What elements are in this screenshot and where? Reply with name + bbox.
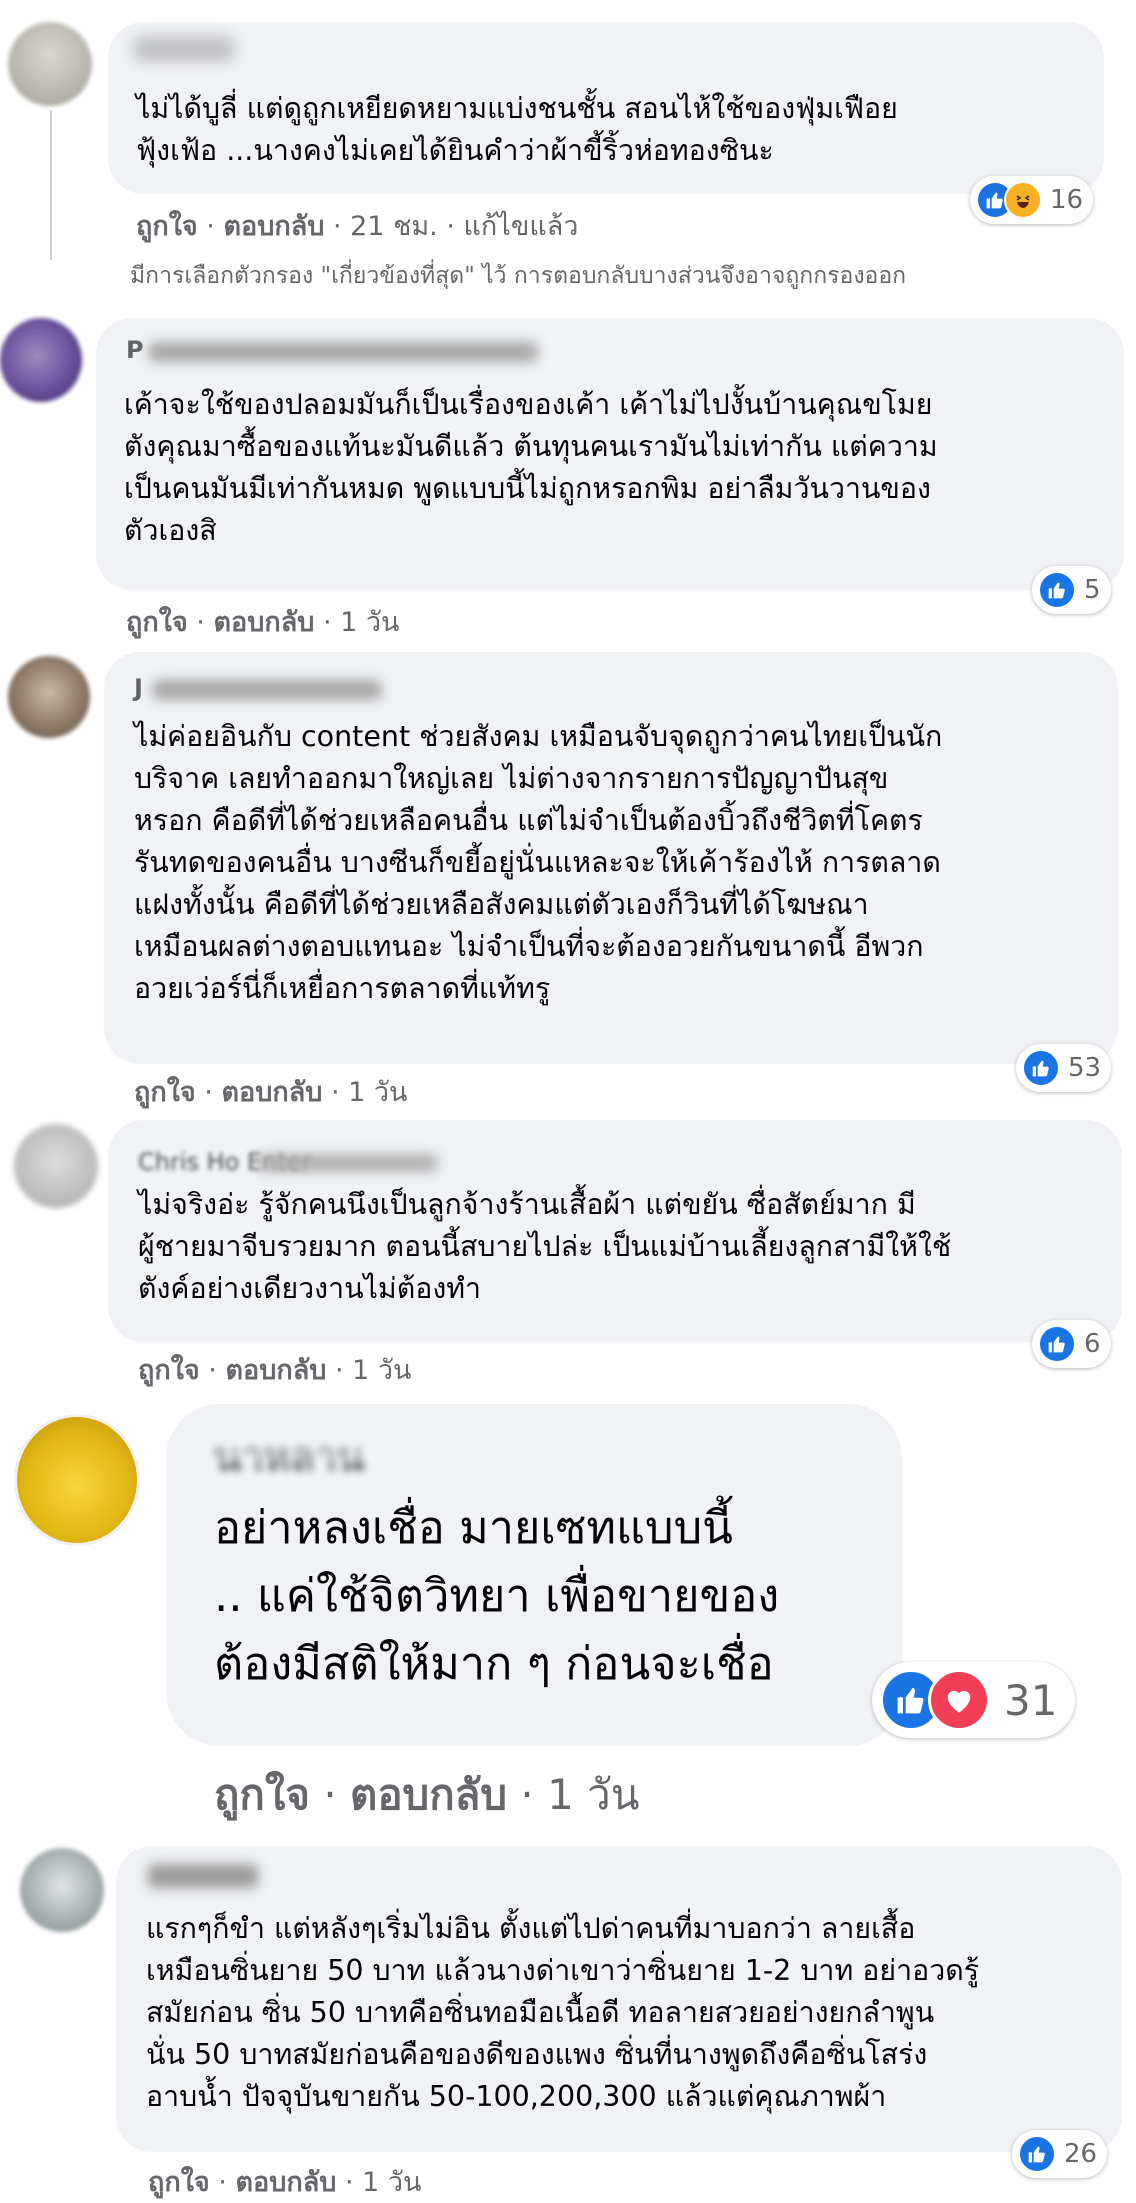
author-blur: [148, 342, 538, 362]
reaction-count: 16: [1050, 185, 1084, 215]
comment-actions: ถูกใจ · ตอบกลับ · 1 วัน: [126, 607, 400, 638]
like-icon: [1022, 1049, 1060, 1087]
comment-author[interactable]: J: [134, 674, 143, 702]
comment-time[interactable]: 21 ชม.: [350, 211, 438, 242]
comment-actions: ถูกใจ · ตอบกลับ · 1 วัน: [138, 1355, 412, 1386]
comment-text: ไม่จริงอ่ะ รู้จักคนนึงเป็นลูกจ้างร้านเสื…: [138, 1188, 952, 1305]
comment-time[interactable]: 1 วัน: [352, 1355, 411, 1386]
reaction-summary[interactable]: 16: [970, 176, 1094, 224]
comment-author[interactable]: [134, 36, 234, 62]
comment-bubble: แรกๆก็ขำ แต่หลังๆเริ่มไม่อิน ตั้งแต่ไปด่…: [116, 1846, 1122, 2152]
like-link[interactable]: ถูกใจ: [148, 2167, 210, 2198]
avatar[interactable]: [8, 656, 90, 738]
comment-actions: ถูกใจ · ตอบกลับ · 1 วัน: [148, 2167, 422, 2198]
thread-line: [50, 110, 52, 260]
reply-link[interactable]: ตอบกลับ: [221, 1077, 322, 1108]
reaction-count: 31: [1004, 1675, 1058, 1725]
reply-link[interactable]: ตอบกลับ: [213, 607, 314, 638]
comment-author[interactable]: [148, 1864, 258, 1888]
reaction-summary[interactable]: 6: [1032, 1320, 1111, 1368]
comment-time[interactable]: 1 วัน: [547, 1770, 639, 1819]
author-blur: [210, 1422, 630, 1466]
reaction-count: 53: [1068, 1053, 1102, 1083]
like-link[interactable]: ถูกใจ: [136, 211, 198, 242]
author-blur: [258, 1154, 438, 1172]
like-icon: [1018, 2135, 1056, 2173]
comment-bubble: ไม่ได้บูลี่ แต่ดูถูกเหยียดหยามแบ่งชนชั้น…: [108, 22, 1104, 194]
like-link[interactable]: ถูกใจ: [134, 1077, 196, 1108]
haha-icon: [1004, 181, 1042, 219]
comment-text: ไม่ค่อยอินกับ content ช่วยสังคม เหมือนจั…: [134, 720, 943, 1005]
comment-text: อย่าหลงเชื่อ มายเซทแบบนี้ .. แค่ใช้จิตวิ…: [214, 1501, 780, 1690]
comment-text: เค้าจะใช้ของปลอมมันก็เป็นเรื่องของเค้า เ…: [124, 388, 938, 547]
comment-bubble: J ไม่ค่อยอินกับ content ช่วยสังคม เหมือน…: [104, 652, 1118, 1064]
reaction-count: 26: [1064, 2139, 1098, 2169]
comment-time[interactable]: 1 วัน: [340, 607, 399, 638]
comment-text: ไม่ได้บูลี่ แต่ดูถูกเหยียดหยามแบ่งชนชั้น…: [136, 92, 898, 167]
comment-actions: ถูกใจ · ตอบกลับ · 21 ชม. · แก้ไขแล้ว: [136, 211, 579, 242]
avatar[interactable]: [20, 1848, 104, 1932]
love-icon: [928, 1669, 990, 1731]
reply-link[interactable]: ตอบกลับ: [350, 1770, 507, 1819]
avatar[interactable]: [8, 22, 92, 106]
comment-bubble: P เค้าจะใช้ของปลอมมันก็เป็นเรื่องของเค้า…: [96, 318, 1124, 590]
reaction-summary[interactable]: 5: [1032, 566, 1111, 614]
comment-author[interactable]: P: [126, 336, 144, 364]
edited-label: แก้ไขแล้ว: [463, 211, 579, 242]
reply-link[interactable]: ตอบกลับ: [225, 1355, 326, 1386]
comment-text: แรกๆก็ขำ แต่หลังๆเริ่มไม่อิน ตั้งแต่ไปด่…: [146, 1912, 980, 2113]
comment-actions: ถูกใจ · ตอบกลับ · 1 วัน: [214, 1770, 640, 1819]
comment-bubble: Chris Ho Enter ไม่จริงอ่ะ รู้จักคนนึงเป็…: [108, 1120, 1122, 1342]
reply-link[interactable]: ตอบกลับ: [235, 2167, 336, 2198]
reaction-summary[interactable]: 53: [1016, 1044, 1112, 1092]
like-link[interactable]: ถูกใจ: [138, 1355, 200, 1386]
comment-bubble: นาหลาน อย่าหลงเชื่อ มายเซทแบบนี้ .. แค่ใ…: [166, 1404, 902, 1746]
comment-time[interactable]: 1 วัน: [348, 1077, 407, 1108]
filter-note: มีการเลือกตัวกรอง "เกี่ยวข้องที่สุด" ไว้…: [130, 263, 907, 289]
reaction-count: 5: [1084, 575, 1101, 605]
reaction-summary[interactable]: 26: [1012, 2130, 1108, 2178]
reaction-summary[interactable]: 31: [872, 1662, 1076, 1738]
avatar[interactable]: [14, 1414, 140, 1546]
author-blur: [152, 680, 382, 700]
comment-time[interactable]: 1 วัน: [362, 2167, 421, 2198]
reaction-count: 6: [1084, 1329, 1101, 1359]
like-icon: [1038, 571, 1076, 609]
like-icon: [1038, 1325, 1076, 1363]
like-link[interactable]: ถูกใจ: [214, 1770, 310, 1819]
avatar[interactable]: [14, 1124, 98, 1208]
like-link[interactable]: ถูกใจ: [126, 607, 188, 638]
reply-link[interactable]: ตอบกลับ: [223, 211, 324, 242]
avatar[interactable]: [0, 318, 82, 402]
comment-actions: ถูกใจ · ตอบกลับ · 1 วัน: [134, 1077, 408, 1108]
